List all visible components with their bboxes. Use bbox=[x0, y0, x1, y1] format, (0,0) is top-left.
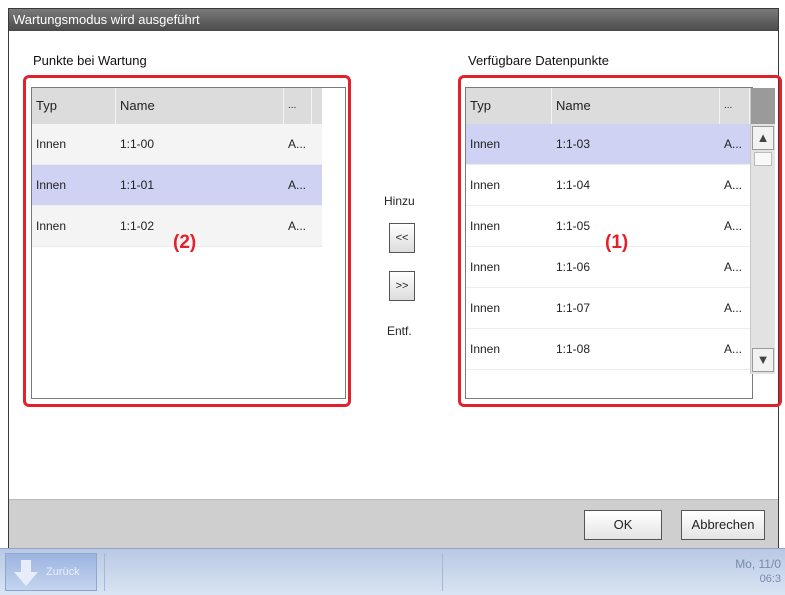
dialog-title: Wartungsmodus wird ausgeführt bbox=[9, 9, 778, 31]
arrow-down-icon bbox=[14, 560, 38, 586]
add-label: Hinzu bbox=[384, 194, 415, 208]
left-callout-number: (2) bbox=[173, 232, 197, 253]
remove-label: Entf. bbox=[387, 324, 412, 338]
remove-button[interactable]: >> bbox=[389, 271, 415, 301]
add-button[interactable]: << bbox=[389, 223, 415, 253]
right-panel-label: Verfügbare Datenpunkte bbox=[468, 53, 609, 68]
dialog-footer: OK Abbrechen bbox=[9, 499, 778, 548]
right-callout-number: (1) bbox=[605, 232, 629, 253]
back-button[interactable]: Zurück bbox=[5, 553, 97, 591]
taskbar: Zurück Mo, 11/0 06:3 bbox=[0, 548, 785, 595]
cancel-button[interactable]: Abbrechen bbox=[681, 510, 765, 540]
taskbar-separator bbox=[442, 553, 443, 591]
left-panel-label: Punkte bei Wartung bbox=[33, 53, 147, 68]
taskbar-separator bbox=[104, 553, 105, 591]
taskbar-time: 06:3 bbox=[759, 573, 781, 585]
ok-button[interactable]: OK bbox=[584, 510, 662, 540]
maintenance-dialog: Wartungsmodus wird ausgeführt Punkte bei… bbox=[8, 8, 782, 548]
back-button-label: Zurück bbox=[46, 566, 80, 578]
taskbar-date: Mo, 11/0 bbox=[735, 557, 781, 571]
